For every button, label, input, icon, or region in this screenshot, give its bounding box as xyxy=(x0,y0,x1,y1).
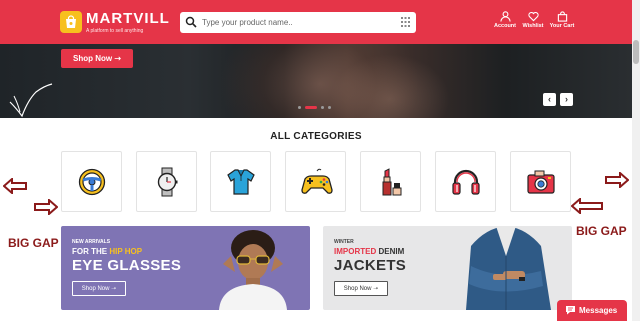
messages-label: Messages xyxy=(579,306,618,315)
banner-right-shop-now-button[interactable]: Shop Now ➝ xyxy=(334,281,388,296)
category-card-camera[interactable] xyxy=(510,151,571,212)
slider-dot[interactable] xyxy=(328,106,331,109)
search-bar xyxy=(180,12,416,33)
cart-label: Your Cart xyxy=(549,23,575,29)
category-card-audio[interactable] xyxy=(435,151,496,212)
brand-name[interactable]: MARTVILL xyxy=(86,10,170,27)
banner-left-subtitle-prefix: FOR THE xyxy=(72,247,110,256)
banner-eye-glasses[interactable]: NEW ARRIVALS FOR THE HIP HOP EYE GLASSES… xyxy=(61,226,310,310)
game-controller-icon xyxy=(301,168,333,194)
banner-denim-jackets[interactable]: WINTER IMPORTED DENIM JACKETS Shop Now ➝ xyxy=(323,226,572,310)
steering-wheel-icon xyxy=(78,168,106,196)
banner-left-subtitle: FOR THE HIP HOP xyxy=(72,247,142,256)
model-in-denim-jacket-image xyxy=(466,226,551,310)
site-header: MARTVILL A platform to sell anything Acc… xyxy=(0,0,632,44)
annotation-right-arrow-icon xyxy=(605,172,629,188)
hero-shop-now-button[interactable]: Shop Now ➝ xyxy=(61,49,133,68)
banner-right-subtitle: IMPORTED DENIM xyxy=(334,247,404,256)
banner-left-title: EYE GLASSES xyxy=(72,257,182,274)
banner-right-kicker: WINTER xyxy=(334,239,354,245)
page-scrollbar[interactable] xyxy=(632,0,640,321)
category-card-watch[interactable] xyxy=(136,151,197,212)
headphones-icon xyxy=(452,169,480,195)
polo-shirt-icon xyxy=(227,169,255,195)
wristwatch-icon xyxy=(157,167,178,197)
messages-button[interactable]: Messages xyxy=(557,300,627,321)
heart-icon xyxy=(527,11,539,22)
annotation-left-arrow-icon xyxy=(571,198,603,214)
category-card-shirt[interactable] xyxy=(210,151,271,212)
brand-logo[interactable] xyxy=(60,11,82,33)
cart-link[interactable]: Your Cart xyxy=(544,11,580,29)
category-card-steering-wheel[interactable] xyxy=(61,151,122,212)
category-card-beauty[interactable] xyxy=(360,151,421,212)
shopping-bag-icon xyxy=(66,15,76,28)
scrollbar-thumb[interactable] xyxy=(633,40,639,64)
banner-left-shop-now-button[interactable]: Shop Now ➝ xyxy=(72,281,126,296)
slider-dot[interactable] xyxy=(305,106,317,109)
categories-title: ALL CATEGORIES xyxy=(270,131,362,142)
banner-left-kicker: NEW ARRIVALS xyxy=(72,239,111,245)
banner-right-subtitle-highlight: IMPORTED xyxy=(334,247,377,256)
barcode-scan-icon[interactable] xyxy=(401,17,410,27)
banner-right-subtitle-suffix: DENIM xyxy=(376,247,405,256)
annotation-left-arrow-icon xyxy=(3,178,27,194)
lipstick-icon xyxy=(382,168,402,196)
category-card-gaming[interactable] xyxy=(285,151,346,212)
banner-left-subtitle-highlight: HIP HOP xyxy=(109,247,143,256)
chat-bubble-icon xyxy=(566,306,575,315)
slider-next-button[interactable]: › xyxy=(560,93,573,106)
cart-icon xyxy=(557,11,567,22)
user-icon xyxy=(499,11,511,22)
banner-right-title: JACKETS xyxy=(334,257,407,274)
slider-dot[interactable] xyxy=(321,106,324,109)
slider-dot[interactable] xyxy=(298,106,301,109)
annotation-label-left: BIG GAP xyxy=(8,236,59,250)
slider-prev-button[interactable]: ‹ xyxy=(543,93,556,106)
page: MARTVILL A platform to sell anything Acc… xyxy=(0,0,640,321)
handwritten-check-mark xyxy=(9,83,53,118)
search-input[interactable] xyxy=(202,15,392,30)
annotation-label-right: BIG GAP xyxy=(576,224,627,238)
model-with-sunglasses-image xyxy=(219,230,287,310)
brand-tagline: A platform to sell anything xyxy=(86,28,144,34)
annotation-right-arrow-icon xyxy=(34,199,58,215)
camera-icon xyxy=(527,170,555,194)
search-icon[interactable] xyxy=(185,16,197,28)
